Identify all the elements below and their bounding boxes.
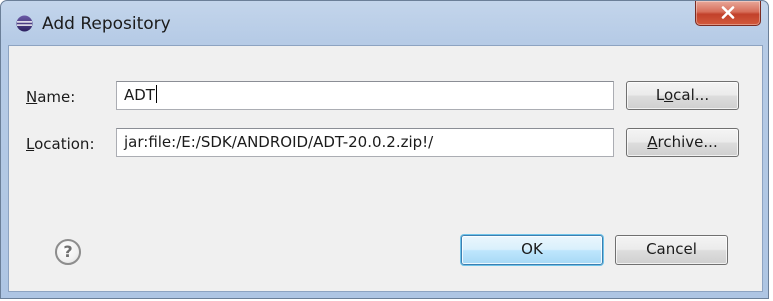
dialog-content: Name: ADT Local... Location: jar:file:/E… [8,45,763,292]
ok-button[interactable]: OK [461,235,603,265]
help-icon[interactable]: ? [55,239,81,265]
location-label: Location: [26,135,95,153]
eclipse-icon [16,15,33,32]
name-label: Name: [26,88,76,106]
close-icon [721,6,735,19]
name-input[interactable]: ADT [116,81,614,110]
title-bar[interactable]: Add Repository [1,1,768,45]
dialog-title: Add Repository [42,14,171,34]
archive-button[interactable]: Archive... [626,128,739,157]
text-caret [155,85,157,103]
add-repository-dialog: Add Repository Name: ADT Local... Locati… [0,0,769,299]
local-button[interactable]: Local... [626,81,739,110]
cancel-button[interactable]: Cancel [615,235,728,265]
location-input[interactable]: jar:file:/E:/SDK/ANDROID/ADT-20.0.2.zip!… [116,128,614,157]
close-button[interactable] [695,1,761,26]
